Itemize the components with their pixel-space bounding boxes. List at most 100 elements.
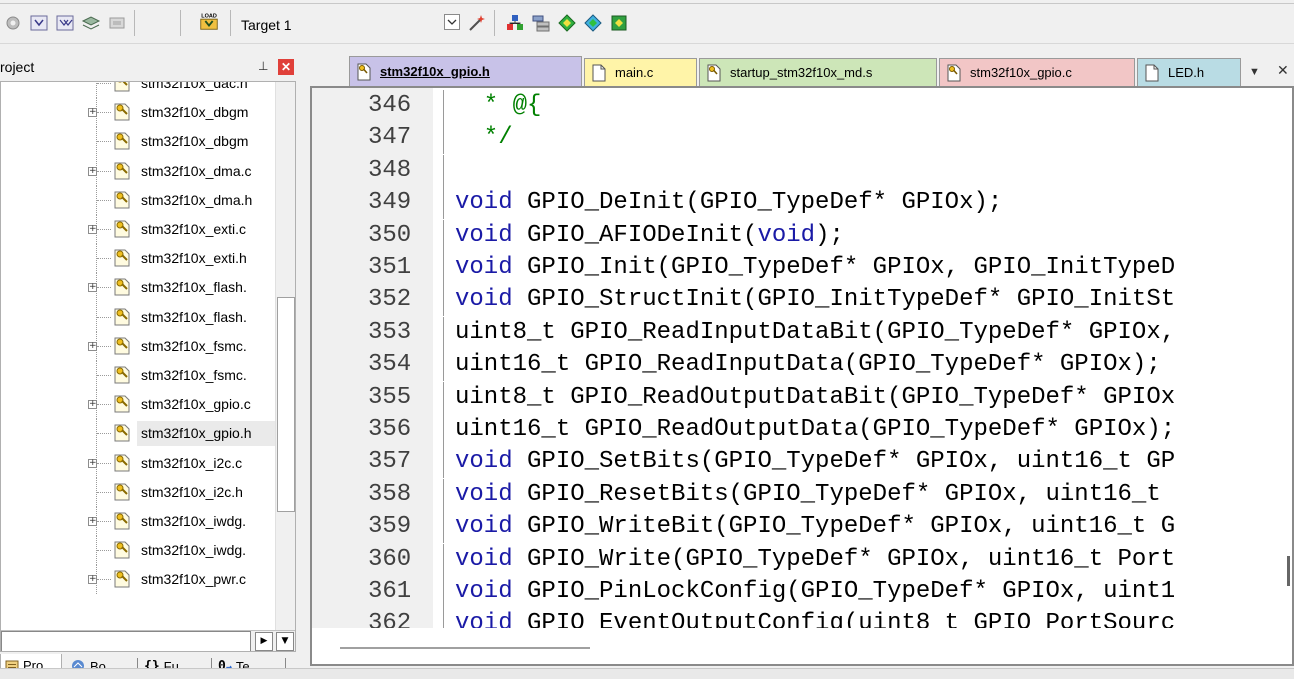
expand-icon[interactable]: + <box>88 458 97 468</box>
gear-icon[interactable] <box>2 12 24 34</box>
keyword-token: void <box>455 221 513 249</box>
tree-item[interactable]: + stm32f10x_dbgm <box>1 98 276 128</box>
code-line[interactable]: 353 uint8_t GPIO_ReadInputDataBit(GPIO_Ty… <box>312 316 1292 349</box>
code-line[interactable]: 349 void GPIO_DeInit(GPIO_TypeDef* GPIOx)… <box>312 187 1292 220</box>
tree-guide-line <box>97 521 111 522</box>
expand-icon[interactable]: + <box>88 166 97 176</box>
header-file-icon <box>111 101 133 128</box>
file-extensions-icon[interactable] <box>530 12 552 34</box>
wizard-icon[interactable] <box>466 12 488 34</box>
line-number: 358 <box>368 480 412 508</box>
tree-guide-line <box>97 170 111 172</box>
expand-icon[interactable]: + <box>88 341 97 351</box>
target-select[interactable]: Target 1 <box>241 14 421 36</box>
editor-tab[interactable]: stm32f10x_gpio.c <box>939 58 1135 86</box>
tree-item[interactable]: + stm32f10x_iwdg. <box>1 507 276 536</box>
editor-hscroll-thumb[interactable] <box>340 647 590 649</box>
code-line[interactable]: 360 void GPIO_Write(GPIO_TypeDef* GPIOx, … <box>312 543 1292 576</box>
keyword-token: void <box>455 254 513 281</box>
code-line[interactable]: 346 * @{ <box>312 90 1292 122</box>
stack-icon[interactable] <box>80 12 102 34</box>
keyword-token: void <box>455 189 513 217</box>
tree-item[interactable]: stm32f10x_iwdg. <box>1 536 276 566</box>
tree-item[interactable]: + stm32f10x_fsmc. <box>1 331 276 361</box>
editor-tab[interactable]: stm32f10x_gpio.h <box>349 56 582 86</box>
expand-icon[interactable]: + <box>88 400 97 410</box>
code-line[interactable]: 352 void GPIO_StructInit(GPIO_InitTypeDef… <box>312 284 1292 317</box>
code-line[interactable]: 358 void GPIO_ResetBits(GPIO_TypeDef* GPI… <box>312 478 1292 511</box>
tree-item-label: stm32f10x_dbgm <box>141 133 249 150</box>
tree-item-label: stm32f10x_iwdg. <box>141 513 247 529</box>
pack-installer-icon[interactable] <box>582 12 604 34</box>
batch-icon[interactable] <box>106 12 128 34</box>
close-icon[interactable]: ✕ <box>278 59 294 75</box>
editor-tab[interactable]: main.c <box>584 58 697 86</box>
project-panel: roject ⊥ ✕ stm32f10x_dac.h + stm32f10x_dbg… <box>0 52 300 679</box>
tree-item[interactable]: stm32f10x_dbgm <box>1 127 276 157</box>
tree-horizontal-scrollbar[interactable]: ▶ ▼ <box>1 630 295 651</box>
editor-vscroll-indicator[interactable] <box>1287 556 1290 586</box>
tree-item[interactable]: + stm32f10x_i2c.c <box>1 448 276 478</box>
code-line[interactable]: 355 uint8_t GPIO_ReadOutputDataBit(GPIO_T… <box>312 381 1292 414</box>
header-file-icon <box>111 481 133 508</box>
editor-tab-label: main.c <box>615 65 654 80</box>
editor-tab[interactable]: startup_stm32f10x_md.s <box>699 58 937 86</box>
keyword-token: void <box>455 545 513 573</box>
tree-scroll-thumb[interactable] <box>277 297 295 512</box>
tab-overflow-icon[interactable]: ▼ <box>1249 66 1260 78</box>
code-token: GPIO_SetBits(GPIO_TypeDef* GPIOx, uint16… <box>512 448 1176 476</box>
tree-item[interactable]: stm32f10x_fsmc. <box>1 361 276 390</box>
tree-guide-line <box>97 287 111 289</box>
expand-icon[interactable]: + <box>88 108 97 118</box>
load-icon[interactable]: LOAD <box>198 10 220 32</box>
tree-item[interactable]: stm32f10x_i2c.h <box>1 477 276 508</box>
dropdown-icon[interactable] <box>444 14 460 30</box>
close-icon[interactable]: ✕ <box>1277 62 1289 79</box>
tree-item[interactable]: stm32f10x_gpio.h <box>1 419 276 449</box>
code-token: GPIO_AFIODeInit( <box>512 221 758 249</box>
code-editor[interactable]: 346 * @{347 */348 349 void GPIO_DeInit(GPI… <box>310 86 1294 666</box>
code-line[interactable]: 354 uint16_t GPIO_ReadInputData(GPIO_Type… <box>312 349 1292 382</box>
line-number: 346 <box>368 92 412 119</box>
pin-icon[interactable]: ⊥ <box>258 59 268 73</box>
editor-horizontal-scrollbar[interactable] <box>312 628 1292 664</box>
project-panel-title: roject <box>0 59 35 75</box>
expand-icon[interactable]: + <box>88 517 97 526</box>
tree-item[interactable]: stm32f10x_dma.h <box>1 185 276 215</box>
tree-guide-line <box>97 375 111 376</box>
tree-item-label: stm32f10x_fsmc. <box>141 367 247 383</box>
tree-guide-line <box>97 345 111 347</box>
scroll-down-icon[interactable]: ▼ <box>276 632 294 651</box>
tree-item[interactable]: + stm32f10x_dma.c <box>1 156 276 186</box>
code-line[interactable]: 350 void GPIO_AFIODeInit(void); <box>312 219 1292 252</box>
code-line[interactable]: 356 uint16_t GPIO_ReadOutputData(GPIO_Typ… <box>312 414 1292 446</box>
code-text: void GPIO_StructInit(GPIO_InitTypeDef* G… <box>455 286 1175 313</box>
manage-components-icon[interactable] <box>504 12 526 34</box>
code-line[interactable]: 361 void GPIO_PinLockConfig(GPIO_TypeDef*… <box>312 576 1292 608</box>
keyword-token: void <box>455 578 513 605</box>
tree-hscroll-thumb[interactable] <box>1 631 251 651</box>
tree-item[interactable]: stm32f10x_dac.h <box>1 82 276 98</box>
expand-icon[interactable]: + <box>88 283 97 293</box>
tree-item[interactable]: + stm32f10x_exti.c <box>1 215 276 244</box>
tree-item[interactable]: + stm32f10x_pwr.c <box>1 565 276 595</box>
code-line[interactable]: 351 void GPIO_Init(GPIO_TypeDef* GPIOx, G… <box>312 252 1292 284</box>
packs-icon[interactable] <box>556 12 578 34</box>
tree-item[interactable]: stm32f10x_exti.h <box>1 244 276 274</box>
code-line[interactable]: 359 void GPIO_WriteBit(GPIO_TypeDef* GPIO… <box>312 511 1292 544</box>
editor-tab[interactable]: LED.h <box>1137 58 1241 86</box>
code-line[interactable]: 347 */ <box>312 122 1292 155</box>
tree-item[interactable]: + stm32f10x_flash. <box>1 273 276 303</box>
translate-icon[interactable] <box>28 12 50 34</box>
code-line[interactable]: 348 <box>312 154 1292 187</box>
scroll-right-icon[interactable]: ▶ <box>255 632 273 651</box>
build-icon[interactable] <box>54 12 76 34</box>
pack-update-icon[interactable] <box>608 12 630 34</box>
tree-item[interactable]: stm32f10x_flash. <box>1 302 276 332</box>
expand-icon[interactable]: + <box>88 575 97 585</box>
expand-icon[interactable]: + <box>88 225 97 234</box>
line-number: 347 <box>368 124 412 152</box>
code-line[interactable]: 357 void GPIO_SetBits(GPIO_TypeDef* GPIOx… <box>312 446 1292 479</box>
tree-item[interactable]: + stm32f10x_gpio.c <box>1 390 276 420</box>
code-token: GPIO_WriteBit(GPIO_TypeDef* GPIOx, uint1… <box>512 513 1176 541</box>
